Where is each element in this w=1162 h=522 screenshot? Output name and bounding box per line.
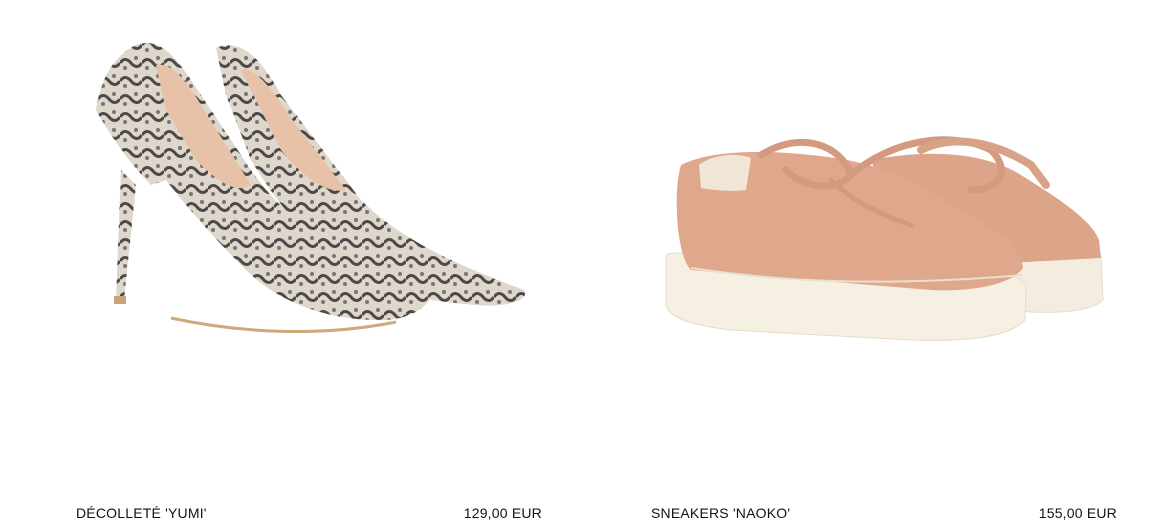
product-name[interactable]: DÉCOLLETÉ 'YUMI' [76,504,207,522]
product-image-link[interactable] [651,0,1117,470]
product-name[interactable]: SNEAKERS 'NAOKO' [651,504,790,522]
snakeskin-pump-shoes-image [96,43,526,334]
product-grid: DÉCOLLETÉ 'YUMI' 129,00 EUR SNEAKERS 'NA… [0,0,1162,522]
pink-platform-sneakers-image [665,136,1104,341]
product-price: 155,00 EUR [1038,505,1117,521]
product-image-link[interactable] [76,0,542,470]
product-card[interactable]: SNEAKERS 'NAOKO' 155,00 EUR [651,0,1117,522]
product-price: 129,00 EUR [463,505,542,521]
product-card[interactable]: DÉCOLLETÉ 'YUMI' 129,00 EUR [76,0,542,522]
